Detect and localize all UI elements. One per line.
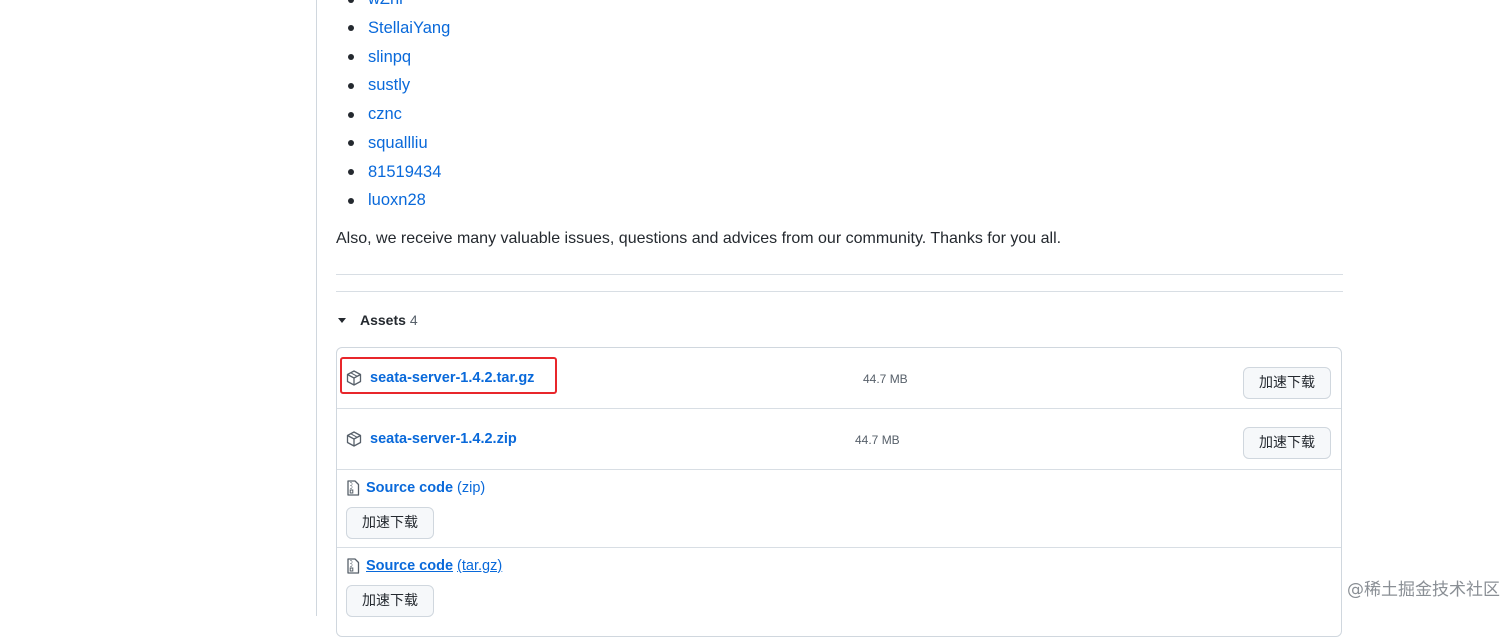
asset-size: 44.7 MB <box>863 372 908 386</box>
accelerated-download-button[interactable]: 加速下载 <box>1243 427 1331 459</box>
accelerated-download-button[interactable]: 加速下载 <box>1243 367 1331 399</box>
source-code-type: (tar.gz) <box>457 558 502 574</box>
asset-row: seata-server-1.4.2.zip 44.7 MB 加速下载 <box>337 409 1341 470</box>
contributor-link[interactable]: cznc <box>368 105 402 123</box>
highlight-annotation <box>340 357 557 394</box>
list-item: cznc <box>346 100 450 129</box>
source-code-type: (zip) <box>457 480 485 496</box>
list-item: StellaiYang <box>346 14 450 43</box>
contributor-link[interactable]: wZhl <box>368 0 403 8</box>
list-item: luoxn28 <box>346 186 450 215</box>
accelerated-download-button[interactable]: 加速下载 <box>346 507 434 539</box>
divider <box>336 274 1343 275</box>
file-zip-icon <box>346 558 360 574</box>
list-item: slinpq <box>346 43 450 72</box>
divider <box>336 291 1343 292</box>
asset-link[interactable]: seata-server-1.4.2.zip <box>370 431 517 447</box>
source-code-link[interactable]: Source code(zip) <box>366 480 485 496</box>
package-icon <box>346 431 362 447</box>
contributor-list: wZhl StellaiYang slinpq sustly cznc squa… <box>346 0 450 215</box>
thanks-paragraph: Also, we receive many valuable issues, q… <box>336 228 1061 250</box>
assets-count: 4 <box>410 312 418 328</box>
asset-row: Source code(zip) 加速下载 <box>337 470 1341 548</box>
accelerated-download-button[interactable]: 加速下载 <box>346 585 434 617</box>
assets-title: Assets <box>360 312 406 328</box>
asset-size: 44.7 MB <box>855 433 900 447</box>
contributor-link[interactable]: luoxn28 <box>368 191 426 209</box>
contributor-link[interactable]: slinpq <box>368 48 411 66</box>
contributor-link[interactable]: 81519434 <box>368 163 441 181</box>
assets-toggle[interactable]: Assets 4 <box>338 310 418 330</box>
source-code-label: Source code <box>366 558 453 574</box>
main-column-border <box>316 0 317 616</box>
asset-row: Source code(tar.gz) 加速下载 <box>337 548 1341 638</box>
list-item: wZhl <box>346 0 450 14</box>
watermark: @稀土掘金技术社区 <box>1347 575 1500 600</box>
contributor-link[interactable]: squallliu <box>368 134 428 152</box>
list-item: 81519434 <box>346 158 450 187</box>
caret-down-icon <box>338 318 346 323</box>
file-zip-icon <box>346 480 360 496</box>
list-item: sustly <box>346 71 450 100</box>
contributor-link[interactable]: sustly <box>368 76 410 94</box>
list-item: squallliu <box>346 129 450 158</box>
source-code-label: Source code <box>366 480 453 496</box>
source-code-link[interactable]: Source code(tar.gz) <box>366 558 502 574</box>
contributor-link[interactable]: StellaiYang <box>368 19 450 37</box>
